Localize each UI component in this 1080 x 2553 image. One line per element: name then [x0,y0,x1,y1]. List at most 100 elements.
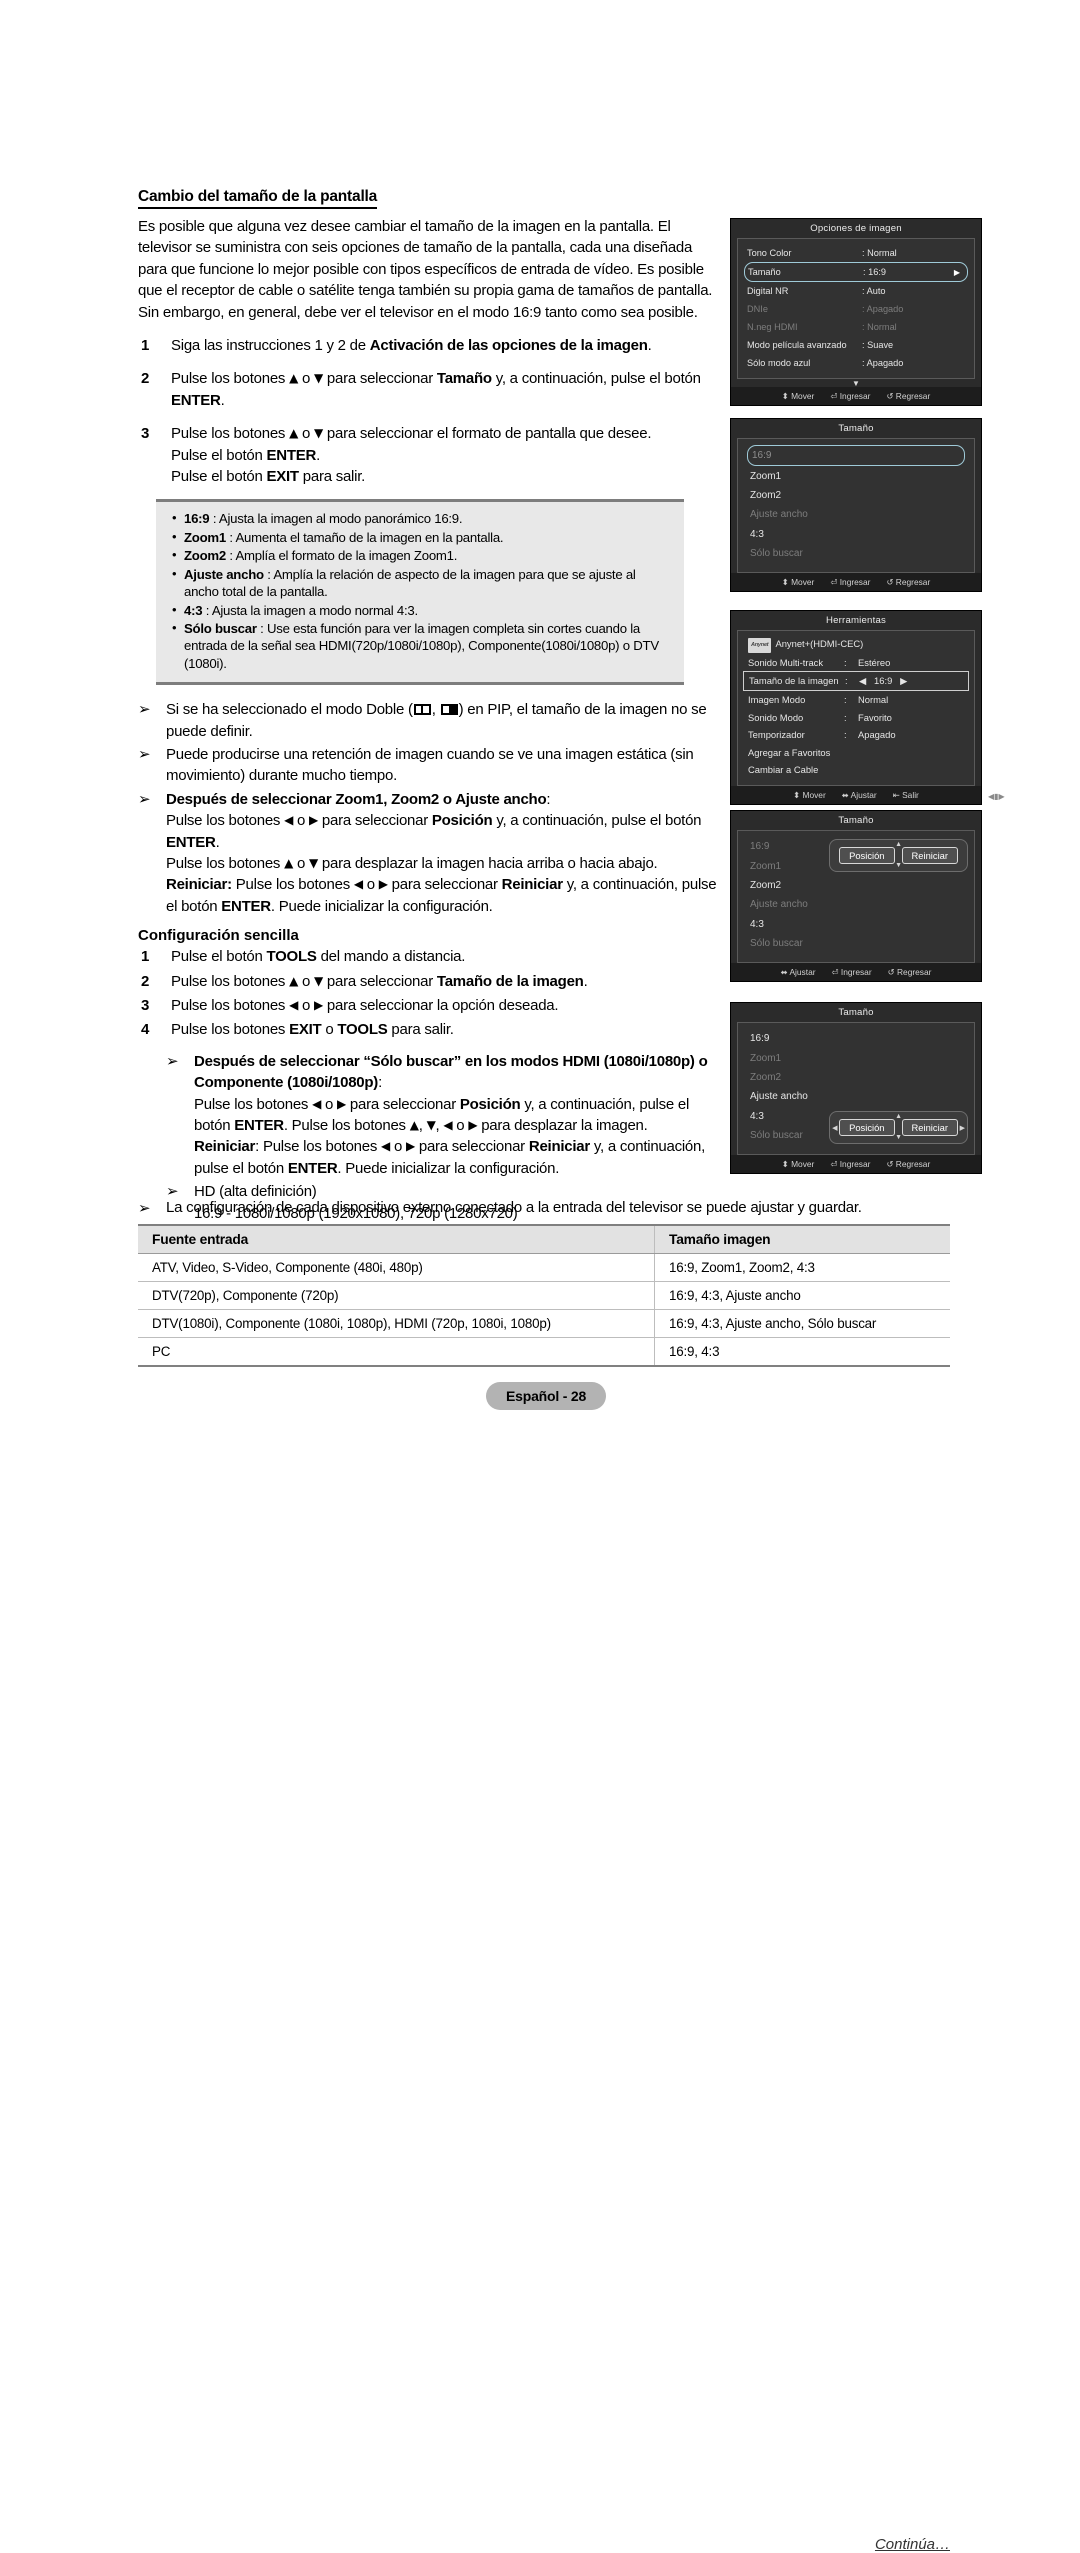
table-cell: DTV(1080i), Componente (1080i, 1080p), H… [138,1309,655,1338]
osd-list-item-s-lo-buscar[interactable]: Sólo buscar [738,934,974,953]
osd-footer-regresar: ↺ Regresar [886,391,931,401]
osd-footer-mover: ⬍ Mover [781,577,815,588]
osd-row-n-neg-hdmi[interactable]: N.neg HDMI: Normal [738,318,974,336]
arrow-note-item: ➢ Puede producirse una retención de image… [138,744,718,787]
tools-row-cambiar-a-cable[interactable]: Cambiar a Cable [738,761,974,779]
reiniciar-button[interactable]: Reiniciar [901,1119,958,1137]
tools-row-imagen-modo[interactable]: Imagen Modo: Normal [738,691,974,709]
osd-row-value: : Apagado [862,358,904,368]
tools-row-label: Agregar a Favoritos [748,746,831,758]
step-item: 4 Pulse los botones EXIT o TOOLS para sal… [138,1019,718,1040]
page-number-badge: Español - 28 [486,1382,607,1410]
table-column-header: Fuente entrada [138,1224,655,1254]
tools-row-agregar-a-favoritos[interactable]: Agregar a Favoritos [738,744,974,762]
table-cell: ATV, Video, S-Video, Componente (480i, 4… [138,1253,655,1282]
osd-body: 16:9 Zoom1 Zoom2 Ajuste ancho 4:3 Sólo buscar… [737,1022,975,1156]
table-cell: 16:9, 4:3, Ajuste ancho, Sólo buscar [654,1309,950,1338]
osd-footer-ingresar: ⏎ Ingresar [831,967,872,978]
osd-footer-mover: ⬍ Mover [781,391,815,401]
osd-footer: ⬍ Mover ⏎ Ingresar ↺ Regresar [731,1155,981,1174]
osd-list-item-ajuste-ancho[interactable]: Ajuste ancho [738,1087,974,1106]
size-options-note-box: 16:9 : Ajusta la imagen al modo panorámi… [156,499,684,686]
osd-list-item-16-9[interactable]: 16:9 [747,445,965,467]
tools-row-tama-o-de-la-imagen[interactable]: Tamaño de la imagen: ◀ 16:9 ▶ [743,671,969,691]
ingresar-icon: ⏎ [830,391,838,401]
regresar-icon: ↺ [887,967,895,978]
posicion-button[interactable]: Posición [839,1119,895,1137]
position-reset-popup: ▲ ▼ ◀ ▶ Posición Reiniciar [829,1111,968,1145]
mover-icon: ⬍ [793,789,801,800]
caret-up-icon: ▲ [895,1113,902,1121]
tools-row-temporizador[interactable]: Temporizador: Apagado [738,726,974,744]
osd-list-item-4-3[interactable]: 4:3 [738,915,974,934]
osd-list-item-16-9[interactable]: 16:9 [738,1029,974,1048]
osd-footer: ⬍ Mover ⏎ Ingresar ↺ Regresar [731,387,981,405]
osd-row-tama-o[interactable]: Tamaño: 16:9 ▶ [744,262,968,282]
osd-list-item-zoom2[interactable]: Zoom2 [738,486,974,505]
osd-row-value: : Auto [862,286,886,296]
caret-left-icon[interactable]: ◀ [859,675,866,686]
tools-row-label: Anynet Anynet+(HDMI-CEC) [748,637,863,653]
osd-footer-mover: ⬍ Mover [781,1159,815,1170]
osd-row-tono-color[interactable]: Tono Color: Normal [738,244,974,262]
osd-list-item-zoom2[interactable]: Zoom2 [738,1068,974,1087]
osd-list-item-zoom1[interactable]: Zoom1 [738,1048,974,1067]
tools-row-value: ◀ 16:9 ▶ [859,675,908,687]
osd-row-value: : Suave [862,340,894,350]
osd-list-item-4-3[interactable]: 4:3 [738,525,974,544]
step-number: 3 [141,997,150,1014]
tools-row-value: Estéreo [858,656,891,668]
osd-footer-ajustar: ⬌ Ajustar [780,967,816,978]
tools-row-label: Imagen Modo [748,694,806,706]
osd-list-item-s-lo-buscar[interactable]: Sólo buscar [738,544,974,563]
arrow-bullet-icon: ➢ [138,744,151,763]
step-number: 1 [141,337,150,355]
osd-body: Tono Color: Normal Tamaño: 16:9 ▶ Digital N… [737,238,975,379]
table-cell: DTV(720p), Componente (720p) [138,1281,655,1310]
osd-row-s-lo-modo-azul[interactable]: Sólo modo azul : Apagado [738,354,974,372]
osd-list-item-ajuste-ancho[interactable]: Ajuste ancho [738,505,974,524]
mover-icon: ⬍ [781,391,789,401]
main-text-column: Cambio del tamaño de la pantalla Es posi… [138,188,718,1234]
osd-row-label: Sólo modo azul [747,358,811,368]
osd-panel-tamano-posicion-solobuscar: Tamaño 16:9 Zoom1 Zoom2 Ajuste ancho 4:3 Sólo… [730,1002,982,1175]
mover-icon: ⬍ [781,577,789,588]
tools-row-sonido-modo[interactable]: Sonido Modo: Favorito [738,708,974,726]
scroll-down-icon: ▼ [852,379,860,388]
osd-panel-tamano-posicion-zoom: Tamaño 16:9 Zoom1 Zoom2 Ajuste ancho 4:3 Sólo… [730,810,982,983]
ingresar-icon: ⏎ [830,577,838,588]
caret-up-icon: ▲ [895,841,902,848]
step-item: 1 Pulse el botón TOOLS del mando a distan… [138,946,718,967]
caret-right-icon: ▶ [959,1124,965,1132]
table-row: DTV(720p), Componente (720p) 16:9, 4:3, A… [138,1281,950,1310]
osd-row-digital-nr[interactable]: Digital NR : Auto [738,282,974,300]
chevron-right-icon: ▶ [953,267,960,277]
caret-right-icon[interactable]: ▶ [900,675,907,686]
osd-row-dnie[interactable]: DNIe: Apagado [738,300,974,318]
step-item: 3 Pulse los botones ▲ o ▼ para selecciona… [138,423,718,487]
tools-row-sonido-multi-track[interactable]: Sonido Multi-track: Estéreo [738,654,974,672]
posicion-button[interactable]: Posición [839,847,895,864]
tools-row-anynet-hdmi-cec-[interactable]: Anynet Anynet+(HDMI-CEC) [738,636,974,654]
step-number: 3 [141,425,150,443]
osd-row-value: : Normal [862,248,897,258]
tools-row-separator: : [845,675,848,687]
osd-row-modo-pel-cula-avanzado[interactable]: Modo película avanzado: Suave [738,336,974,354]
osd-body: Anynet Anynet+(HDMI-CEC) Sonido Multi-trac… [737,630,975,786]
size-option-item: Zoom1 : Aumenta el tamaño de la imagen e… [170,528,670,546]
reiniciar-button[interactable]: Reiniciar [901,847,958,864]
regresar-icon: ↺ [886,577,894,588]
step-item: 1 Siga las instrucciones 1 y 2 de Activac… [138,335,718,356]
osd-row-label: Digital NR [747,286,789,296]
tools-row-separator: : [844,711,847,723]
table-cell: 16:9, 4:3 [654,1337,950,1367]
table-header-row: Fuente entrada Tamaño imagen [138,1224,950,1254]
osd-list-item-ajuste-ancho[interactable]: Ajuste ancho [738,895,974,914]
bottom-note: ➢ La configuración de cada dispositivo e… [138,1198,950,1218]
osd-list-item-zoom1[interactable]: Zoom1 [738,466,974,485]
osd-list-item-zoom2[interactable]: Zoom2 [738,876,974,895]
mover-icon: ⬍ [781,1159,789,1170]
step-text: Pulse los botones ◀ o ▶ para seleccionar… [171,997,559,1014]
table-cell: PC [138,1337,655,1367]
tools-row-label: Sonido Multi-track [748,656,824,668]
